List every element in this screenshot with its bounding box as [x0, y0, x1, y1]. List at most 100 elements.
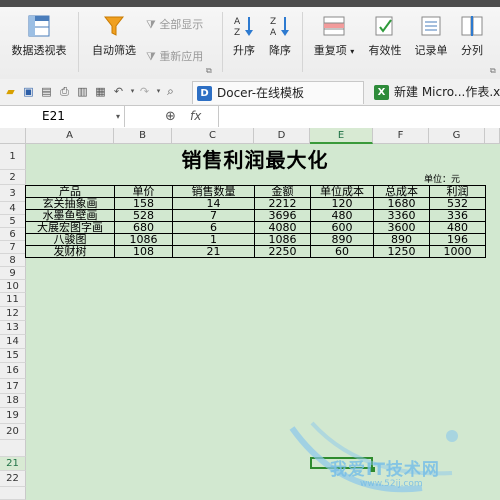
row-header-5[interactable]: 5: [0, 215, 26, 228]
open-folder-icon[interactable]: ▰: [4, 85, 17, 98]
row-header-14[interactable]: 14: [0, 335, 26, 349]
row-header-17[interactable]: 17: [0, 379, 26, 394]
select-all-corner[interactable]: [0, 128, 26, 144]
table-cell[interactable]: 1: [172, 233, 255, 246]
row-header-9[interactable]: 9: [0, 267, 26, 280]
table-cell[interactable]: 60: [310, 245, 374, 258]
row-header-16[interactable]: 16: [0, 363, 26, 379]
table-cell[interactable]: 890: [373, 233, 430, 246]
sort-ascending-button[interactable]: AZ 升序: [228, 14, 260, 58]
table-header-cell[interactable]: 总成本: [373, 185, 430, 198]
show-all-button[interactable]: ⧩ 全部显示: [146, 16, 203, 32]
table-cell[interactable]: 600: [310, 221, 374, 234]
table-cell[interactable]: 120: [310, 197, 374, 210]
row-header-11[interactable]: 11: [0, 293, 26, 307]
table-cell[interactable]: 480: [310, 209, 374, 222]
row-header-13[interactable]: 13: [0, 321, 26, 335]
tab-docer[interactable]: D Docer-在线模板: [192, 81, 364, 104]
table-cell[interactable]: 680: [114, 221, 173, 234]
table-cell[interactable]: 1000: [429, 245, 486, 258]
autofilter-button[interactable]: 自动筛选: [86, 14, 142, 58]
table-cell[interactable]: 3696: [254, 209, 311, 222]
column-header-c[interactable]: C: [172, 128, 254, 144]
table-header-cell[interactable]: 销售数量: [172, 185, 255, 198]
table-cell[interactable]: 玄关抽象画: [25, 197, 115, 210]
zoom-icon[interactable]: ⊕: [165, 109, 176, 124]
table-cell[interactable]: 21: [172, 245, 255, 258]
save-as-icon[interactable]: ▤: [40, 85, 53, 98]
dialog-launcher-icon[interactable]: ⧉: [490, 66, 496, 76]
pivot-table-button[interactable]: 数据透视表: [6, 14, 72, 58]
redo-icon[interactable]: ↷: [138, 85, 151, 98]
table-cell[interactable]: 八骏图: [25, 233, 115, 246]
column-header-a[interactable]: A: [26, 128, 114, 144]
sort-descending-button[interactable]: ZA 降序: [264, 14, 296, 58]
row-header-4[interactable]: 4: [0, 202, 26, 215]
record-form-button[interactable]: 记录单: [410, 14, 452, 58]
row-header-3[interactable]: 3: [0, 185, 26, 202]
tab-workbook[interactable]: X 新建 Micro...作表.x: [370, 81, 500, 104]
table-cell[interactable]: 大展宏图字画: [25, 221, 115, 234]
row-header-2[interactable]: 2: [0, 170, 26, 185]
print-icon[interactable]: ⎙: [58, 85, 71, 98]
row-header-22[interactable]: 22: [0, 471, 26, 487]
table-cell[interactable]: 1086: [114, 233, 173, 246]
column-header-e[interactable]: E: [310, 128, 373, 144]
table-cell[interactable]: 532: [429, 197, 486, 210]
table-cell[interactable]: 发财树: [25, 245, 115, 258]
print-preview-icon[interactable]: ▥: [76, 85, 89, 98]
table-cell[interactable]: 528: [114, 209, 173, 222]
row-header-7[interactable]: 7: [0, 241, 26, 254]
table-cell[interactable]: 14: [172, 197, 255, 210]
table-cell[interactable]: 890: [310, 233, 374, 246]
row-header-18[interactable]: 18: [0, 394, 26, 408]
undo-icon[interactable]: ↶: [112, 85, 125, 98]
row-header-21[interactable]: 21: [0, 457, 26, 471]
table-cell[interactable]: 108: [114, 245, 173, 258]
table-header-cell[interactable]: 产品: [25, 185, 115, 198]
formula-input[interactable]: [218, 106, 500, 127]
table-cell[interactable]: 2212: [254, 197, 311, 210]
table-cell[interactable]: 1250: [373, 245, 430, 258]
column-header-h[interactable]: [485, 128, 500, 144]
column-header-f[interactable]: F: [373, 128, 429, 144]
row-header-15[interactable]: 15: [0, 349, 26, 363]
row-header-1[interactable]: 1: [0, 144, 26, 170]
table-header-cell[interactable]: 利润: [429, 185, 486, 198]
table-header-cell[interactable]: 单位成本: [310, 185, 374, 198]
split-column-button[interactable]: 分列: [456, 14, 488, 58]
name-box[interactable]: E21 ▾: [0, 106, 125, 127]
column-header-d[interactable]: D: [254, 128, 310, 144]
table-cell[interactable]: 水墨鱼壁画: [25, 209, 115, 222]
duplicates-button[interactable]: 重复项 ▾: [308, 14, 360, 58]
dialog-launcher-icon[interactable]: ⧉: [206, 66, 212, 76]
row-header-10[interactable]: 10: [0, 280, 26, 293]
table-cell[interactable]: 196: [429, 233, 486, 246]
validity-button[interactable]: 有效性: [364, 14, 406, 58]
row-header-19[interactable]: 19: [0, 408, 26, 424]
table-cell[interactable]: 336: [429, 209, 486, 222]
table-cell[interactable]: 4080: [254, 221, 311, 234]
table-cell[interactable]: 1680: [373, 197, 430, 210]
table-cell[interactable]: 7: [172, 209, 255, 222]
table-cell[interactable]: 158: [114, 197, 173, 210]
row-header-8[interactable]: 8: [0, 254, 26, 267]
chevron-down-icon[interactable]: ▾: [116, 106, 120, 127]
table-cell[interactable]: 3600: [373, 221, 430, 234]
row-header-12[interactable]: 12: [0, 307, 26, 321]
column-header-b[interactable]: B: [114, 128, 172, 144]
table-cell[interactable]: 1086: [254, 233, 311, 246]
row-header-6[interactable]: 6: [0, 228, 26, 241]
search-icon[interactable]: ⌕: [164, 85, 177, 98]
table-cell[interactable]: 480: [429, 221, 486, 234]
reapply-button[interactable]: ⧩ 重新应用: [146, 48, 203, 64]
row-header-20[interactable]: 20: [0, 424, 26, 440]
table-cell[interactable]: 2250: [254, 245, 311, 258]
table-header-cell[interactable]: 单价: [114, 185, 173, 198]
row-header-23[interactable]: [0, 487, 26, 500]
format-painter-icon[interactable]: ▦: [94, 85, 107, 98]
column-header-g[interactable]: G: [429, 128, 485, 144]
table-cell[interactable]: 3360: [373, 209, 430, 222]
table-header-cell[interactable]: 金额: [254, 185, 311, 198]
save-icon[interactable]: ▣: [22, 85, 35, 98]
